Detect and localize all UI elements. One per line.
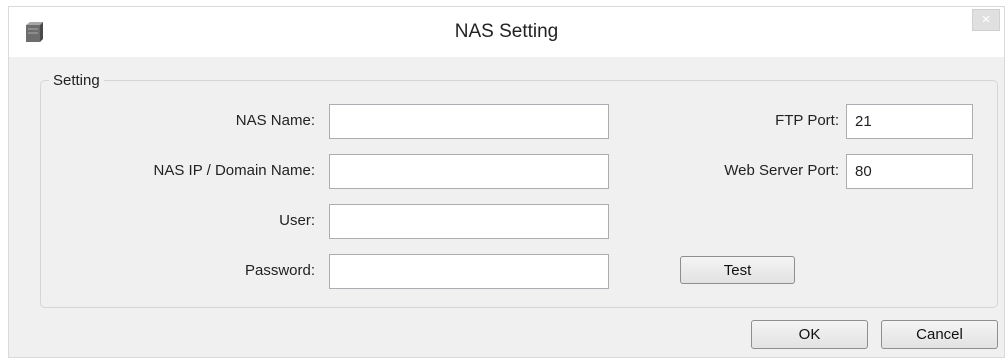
ftp-port-label: FTP Port: xyxy=(775,112,839,129)
ftp-port-input[interactable] xyxy=(846,104,973,139)
password-input[interactable] xyxy=(329,254,609,289)
cancel-button[interactable]: Cancel xyxy=(881,320,998,349)
nas-ip-label: NAS IP / Domain Name: xyxy=(153,162,315,179)
nas-name-input[interactable] xyxy=(329,104,609,139)
title-bar: NAS Setting × xyxy=(9,7,1004,57)
close-button[interactable]: × xyxy=(972,9,1000,31)
test-button[interactable]: Test xyxy=(680,256,795,284)
password-label: Password: xyxy=(244,262,315,279)
web-server-port-input[interactable] xyxy=(846,154,973,189)
nas-name-label: NAS Name: xyxy=(235,112,315,129)
web-server-port-label: Web Server Port: xyxy=(724,162,839,179)
user-label: User: xyxy=(279,212,315,229)
ok-button[interactable]: OK xyxy=(751,320,868,349)
window-title: NAS Setting xyxy=(454,21,559,42)
group-legend: Setting xyxy=(49,72,104,89)
user-input[interactable] xyxy=(329,204,609,239)
close-icon: × xyxy=(981,11,991,28)
nas-setting-dialog: NAS Setting × Setting NAS Name: NAS IP /… xyxy=(8,6,1005,358)
nas-ip-input[interactable] xyxy=(329,154,609,189)
